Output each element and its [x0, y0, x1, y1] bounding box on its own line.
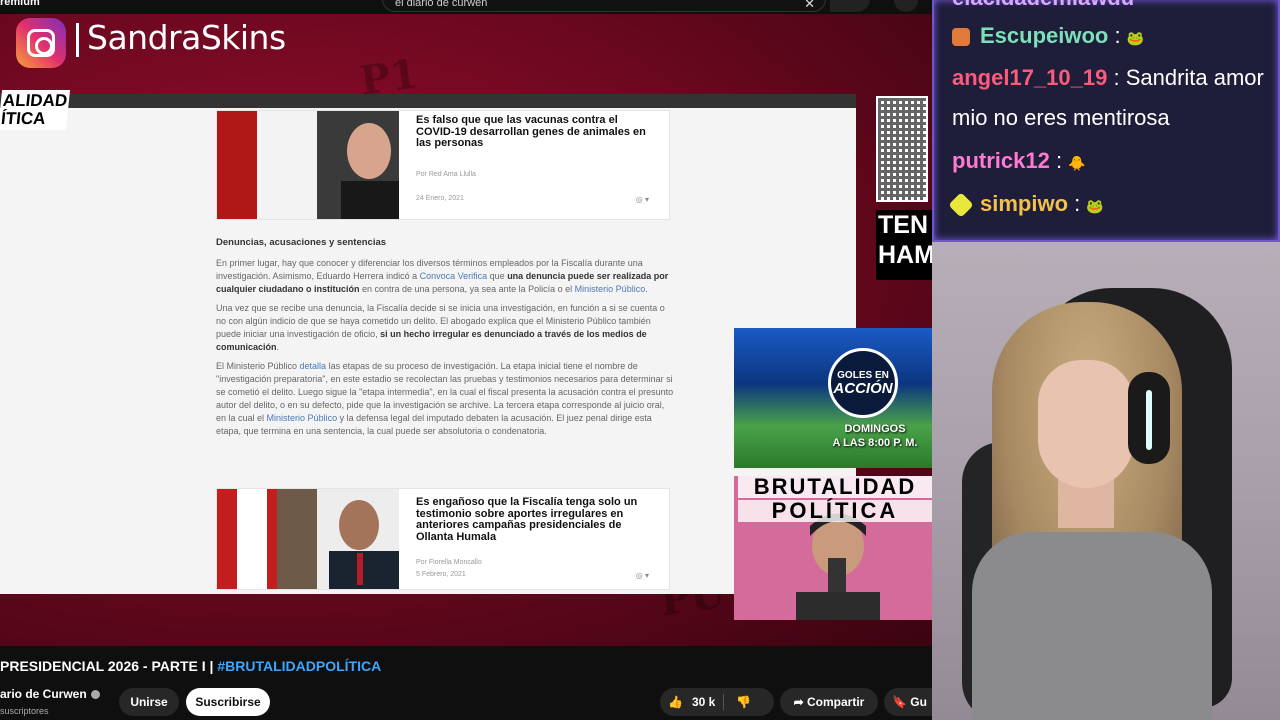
schedule-text: DOMINGOS A LAS 8:00 P. M.: [832, 423, 918, 449]
paragraph: Una vez que se recibe una denuncia, la F…: [216, 303, 665, 352]
goles-en-accion-promo: GOLES EN ACCIÓN DOMINGOS A LAS 8:00 P. M…: [734, 328, 932, 468]
youtube-topbar: remium el diario de curwen ✕: [0, 0, 932, 14]
paragraph: El Ministerio Público detalla las etapas…: [216, 361, 674, 436]
article-title[interactable]: Es engañoso que la Fiscalía tenga solo u…: [416, 496, 656, 543]
show-subtitle: POLÍTICA: [738, 500, 932, 522]
section-heading: Denuncias, acusaciones y sentencias: [216, 237, 387, 248]
streamer-top: [972, 532, 1212, 720]
youtube-brand[interactable]: remium: [0, 0, 40, 8]
emote-icon: 🐸: [1126, 30, 1145, 46]
chat-message: angel17_10_19 : Sandrita amor mio no ere…: [952, 65, 1264, 130]
article-date: 5 Febrero, 2021: [416, 571, 466, 578]
paragraph: En primer lugar, hay que conocer y difer…: [216, 258, 669, 294]
link-ministerio[interactable]: Ministerio Público: [267, 413, 338, 423]
share-icon: ➦: [793, 695, 808, 709]
video-info-bar: PRESIDENCIAL 2026 - PARTE I | #BRUTALIDA…: [0, 646, 944, 720]
channel-name[interactable]: ario de Curwen: [0, 687, 100, 701]
article-title[interactable]: Es falso que que las vacunas contra el C…: [416, 114, 656, 150]
show-title: BRUTALIDAD: [738, 476, 932, 498]
article-author: Por Red Ama Llulla: [416, 171, 476, 178]
clear-search-icon[interactable]: ✕: [804, 0, 815, 12]
vip-badge-icon: [948, 192, 974, 218]
emote-icon: 🐸: [1086, 198, 1104, 214]
chat-message: Escupeiwoo : 🐸: [952, 16, 1144, 58]
chat-message: simpiwo : 🐸: [948, 184, 1104, 226]
chat-message: putrick12 : 🐥: [952, 148, 1086, 173]
streamer-webcam: [932, 242, 1280, 720]
divider: [723, 694, 724, 710]
qr-code-icon: [876, 96, 928, 202]
instagram-handle: SandraSkins: [76, 18, 286, 57]
like-count[interactable]: 30 k: [692, 688, 715, 716]
browser-strip: [0, 94, 856, 108]
share-icons[interactable]: ◎ ▾: [636, 195, 649, 204]
subscribe-button[interactable]: Suscribirse: [186, 688, 270, 716]
related-article-card[interactable]: Es engañoso que la Fiscalía tenga solo u…: [216, 488, 670, 590]
share-button[interactable]: ➦ Compartir: [780, 688, 878, 716]
related-article-card[interactable]: Es falso que que las vacunas contra el C…: [216, 110, 670, 220]
share-icons[interactable]: ◎ ▾: [636, 571, 649, 580]
hashtag-link[interactable]: #BRUTALIDADPOLÍTICA: [217, 658, 381, 674]
dislike-icon[interactable]: 👎: [736, 688, 751, 716]
article-screenshot: Es falso que que las vacunas contra el C…: [0, 94, 856, 594]
voice-search-icon[interactable]: [894, 0, 918, 12]
host-webcam: BRUTALIDAD POLÍTICA: [734, 476, 932, 620]
like-icon[interactable]: 👍: [668, 688, 683, 716]
article-body: Denuncias, acusaciones y sentencias En p…: [216, 236, 674, 444]
join-button[interactable]: Unirse: [119, 688, 179, 716]
video-player[interactable]: P1 PU Es falso que que las vacunas contr…: [0, 14, 932, 646]
article-date: 24 Enero, 2021: [416, 195, 464, 202]
search-input[interactable]: el diario de curwen: [395, 0, 487, 9]
streamer-face: [1038, 360, 1134, 488]
headset-light: [1146, 390, 1152, 450]
article-thumbnail: [217, 489, 399, 589]
link-detalla[interactable]: detalla: [300, 361, 327, 371]
show-logo-fragment: ALIDAD ÍTICA: [0, 90, 71, 130]
promo-text-box: TEN HAM: [876, 210, 932, 280]
stream-chat: elacidademiawdu Escupeiwoo : 🐸 angel17_1…: [932, 0, 1280, 242]
emote-icon: 🐥: [1068, 155, 1086, 171]
verified-icon: [90, 690, 100, 700]
article-thumbnail: [217, 111, 399, 219]
subscriber-count: suscriptores: [0, 706, 49, 716]
link-ministerio[interactable]: Ministerio Público: [575, 284, 646, 294]
goles-logo: GOLES EN ACCIÓN: [828, 348, 898, 418]
search-button[interactable]: [830, 0, 870, 12]
bookmark-icon: 🔖: [892, 695, 911, 709]
stream-screen: remium el diario de curwen ✕ P1 PU Es fa…: [0, 0, 1280, 720]
link-convoca[interactable]: Convoca Verifica: [420, 271, 488, 281]
article-author: Por Fiorella Moncallo: [416, 559, 482, 566]
video-title: PRESIDENCIAL 2026 - PARTE I | #BRUTALIDA…: [0, 658, 382, 674]
like-dislike-group[interactable]: 👍 30 k 👎: [660, 688, 774, 716]
instagram-icon: [16, 18, 66, 68]
search-box[interactable]: el diario de curwen ✕: [382, 0, 826, 12]
host-figure: [788, 506, 884, 620]
subscriber-badge-icon: [952, 28, 970, 47]
